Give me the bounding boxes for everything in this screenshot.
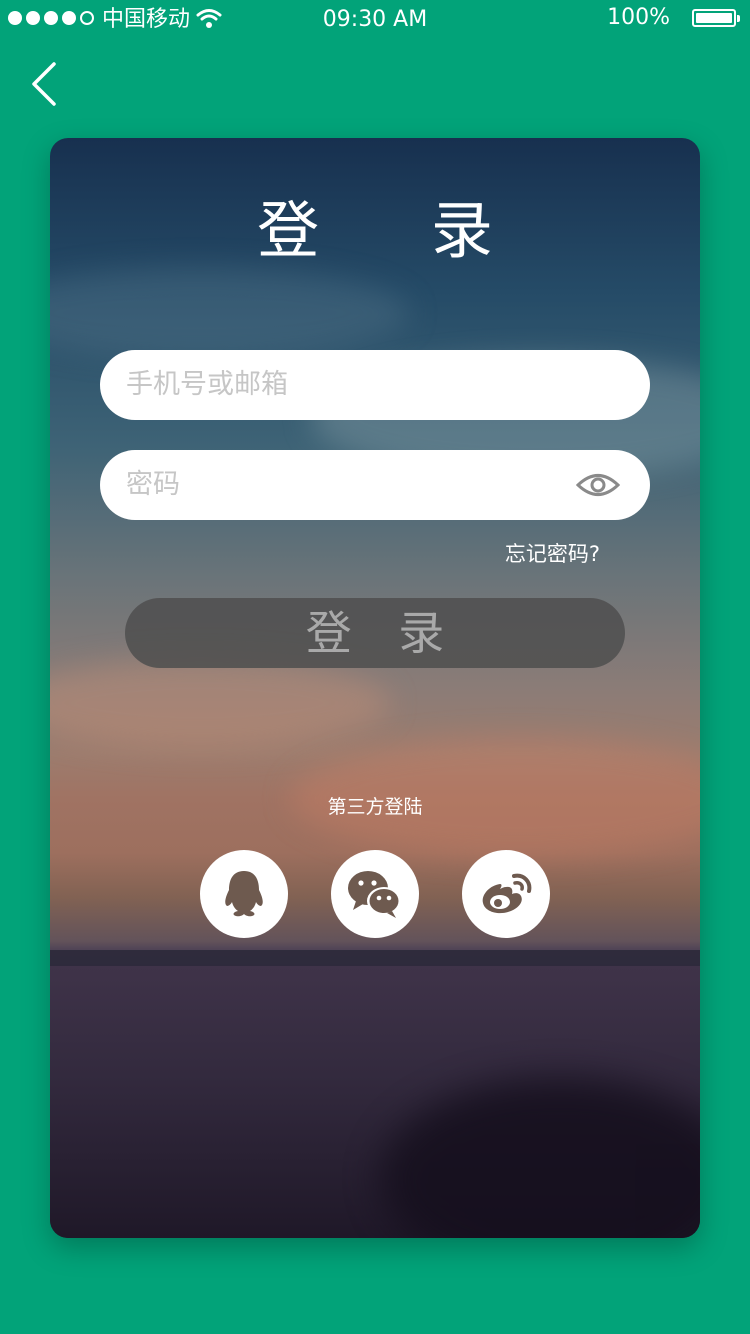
battery-icon xyxy=(692,9,740,27)
eye-icon[interactable] xyxy=(576,470,620,500)
weibo-icon xyxy=(482,873,532,914)
third-party-label: 第三方登陆 xyxy=(327,796,423,818)
status-bar: 中国移动 09:30 AM 100% xyxy=(0,0,750,40)
page-title: 登 录 xyxy=(257,194,539,267)
login-screen: 中国移动 09:30 AM 100% 登 录 手机号或邮箱 密码 忘记密码? 登… xyxy=(0,0,750,1334)
back-icon[interactable] xyxy=(26,58,66,110)
qq-icon xyxy=(225,871,263,917)
weibo-login-button[interactable] xyxy=(462,850,550,938)
wechat-login-button[interactable] xyxy=(331,850,419,938)
battery-percent: 100% xyxy=(607,5,670,30)
login-button[interactable]: 登 录 xyxy=(125,598,625,668)
wechat-icon xyxy=(348,871,401,918)
password-input[interactable]: 密码 xyxy=(100,450,650,520)
forgot-password-link[interactable]: 忘记密码? xyxy=(505,538,600,568)
phone-email-placeholder: 手机号或邮箱 xyxy=(126,369,288,400)
phone-email-input[interactable]: 手机号或邮箱 xyxy=(100,350,650,420)
login-card: 登 录 手机号或邮箱 密码 忘记密码? 登 录 第三方登陆 xyxy=(50,138,700,1238)
qq-login-button[interactable] xyxy=(200,850,288,938)
password-placeholder: 密码 xyxy=(126,469,180,500)
